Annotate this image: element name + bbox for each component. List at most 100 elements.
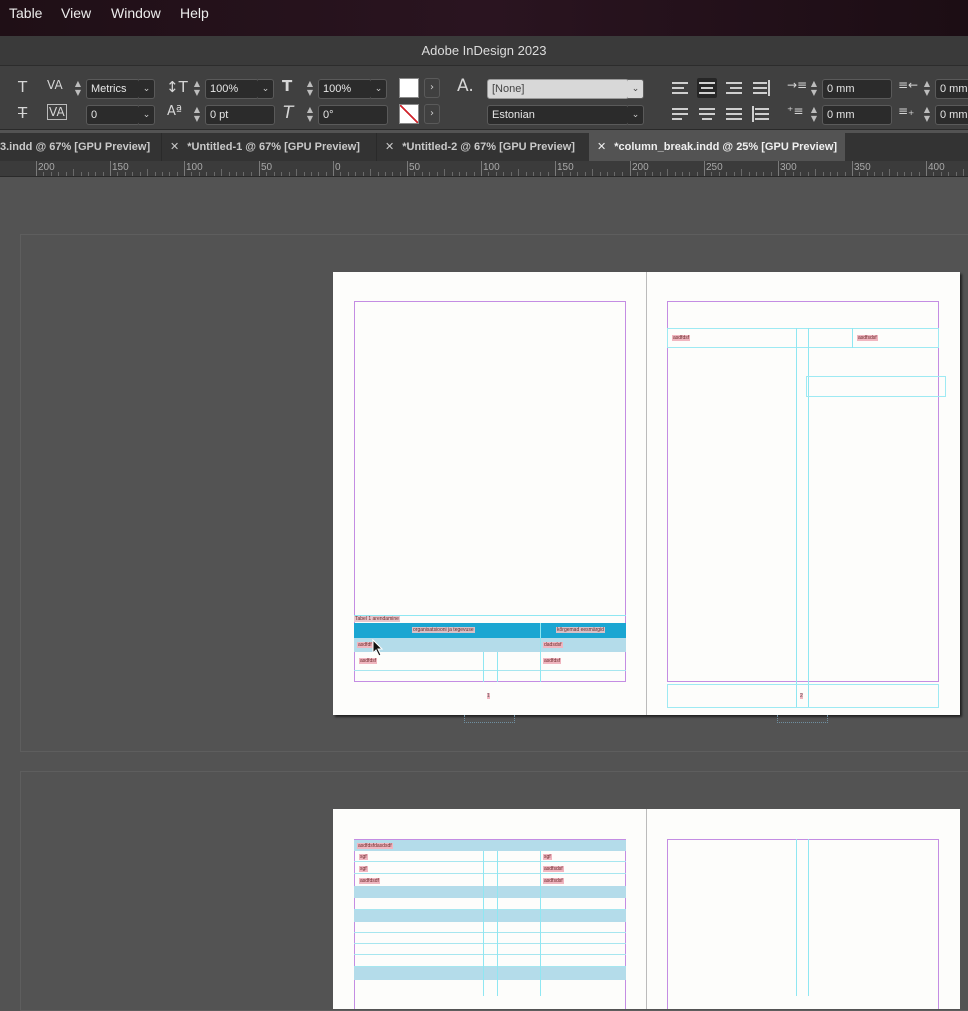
tab-3-indd[interactable]: 3.indd @ 67% [GPU Preview]	[0, 133, 160, 161]
close-icon[interactable]: ✕	[385, 141, 394, 153]
horizontal-scale-field[interactable]: 100%	[318, 79, 372, 99]
table-row[interactable]: sgf asdfsdsf	[354, 863, 626, 874]
ruler-minor-tick	[645, 172, 646, 176]
menu-view[interactable]: View	[61, 5, 91, 21]
table-row[interactable]	[354, 886, 626, 898]
menu-window[interactable]: Window	[111, 5, 161, 21]
table-row[interactable]	[354, 910, 626, 922]
cell[interactable]: sgf	[359, 854, 368, 860]
tracking-field[interactable]: 0	[86, 105, 140, 125]
skew-stepper[interactable]: ▲ ▼	[304, 105, 316, 125]
justify-left-icon[interactable]	[670, 104, 690, 124]
table-row[interactable]: asdfdsf asdfdsf	[354, 652, 626, 671]
cell-2-2[interactable]: asdfdsf	[543, 658, 562, 664]
ruler-minor-tick	[117, 172, 118, 176]
kerning-dropdown[interactable]: ⌄	[139, 79, 155, 99]
cell-1-2[interactable]: dadsdsf	[543, 642, 563, 648]
menu-table[interactable]: Table	[9, 5, 42, 21]
fill-swatch[interactable]	[399, 78, 419, 98]
table-row[interactable]	[354, 944, 626, 955]
horizontal-scale-stepper[interactable]: ▲ ▼	[304, 79, 316, 99]
tab-untitled-2[interactable]: ✕ *Untitled-2 @ 67% [GPU Preview]	[376, 133, 586, 161]
cell[interactable]: sgf	[359, 866, 368, 872]
cell-p2-2[interactable]: asdfsdsf	[857, 335, 878, 341]
cell-1-1[interactable]: asdfdf	[357, 642, 373, 648]
cell[interactable]: sgf	[543, 854, 552, 860]
align-right-icon[interactable]	[724, 78, 744, 98]
ruler-minor-tick	[600, 172, 601, 176]
table-row[interactable]: asdfdsf asdfsdsf	[667, 328, 939, 348]
last-line-indent-icon: ≡₊	[898, 104, 915, 118]
cell[interactable]: asdfsdsf	[543, 866, 564, 872]
column-guide	[796, 839, 797, 996]
cell-2-1[interactable]: asdfdsf	[359, 658, 378, 664]
table-row[interactable]: asdfdf dadsdsf	[354, 638, 626, 652]
ruler-minor-tick	[311, 172, 312, 176]
right-indent-field[interactable]: 0 mm	[935, 79, 968, 99]
language-dropdown[interactable]: ⌄	[628, 105, 644, 125]
empty-text-frame[interactable]	[806, 376, 946, 397]
table-row[interactable]	[354, 933, 626, 944]
last-line-indent-stepper[interactable]: ▲ ▼	[921, 105, 933, 125]
ruler-major-tick	[110, 161, 111, 176]
stroke-none-swatch[interactable]	[399, 104, 419, 124]
left-indent-field[interactable]: 0 mm	[822, 79, 892, 99]
left-indent-stepper[interactable]: ▲ ▼	[808, 79, 820, 99]
stroke-arrow-button[interactable]: ›	[424, 104, 440, 124]
ruler-minor-tick	[941, 172, 942, 176]
ruler-minor-tick	[95, 172, 96, 176]
fill-arrow-button[interactable]: ›	[424, 78, 440, 98]
vertical-scale-dropdown[interactable]: ⌄	[258, 79, 274, 99]
table-row[interactable]	[354, 967, 626, 980]
table-row[interactable]	[354, 898, 626, 910]
close-icon[interactable]: ✕	[597, 141, 606, 153]
table-header-row[interactable]: organisatsiooni ja tegevuse kõrgemad ees…	[354, 623, 626, 638]
right-indent-stepper[interactable]: ▲ ▼	[921, 79, 933, 99]
table-caption: Tabel 1 arendamine	[354, 616, 400, 622]
horizontal-ruler[interactable]: 200 150 100 50 0 50 100 150 200 250 300 350 400	[0, 161, 968, 177]
vertical-scale-stepper[interactable]: ▲ ▼	[191, 79, 203, 99]
close-icon[interactable]: ✕	[170, 141, 179, 153]
first-line-indent-field[interactable]: 0 mm	[822, 105, 892, 125]
language-field[interactable]: Estonian	[487, 105, 629, 125]
ruler-minor-tick	[326, 172, 327, 176]
align-away-spine-icon[interactable]	[751, 104, 771, 124]
align-center-icon[interactable]	[697, 78, 717, 98]
header-cell-2[interactable]: kõrgemad eesmärgid	[556, 627, 605, 633]
align-towards-spine-icon[interactable]	[751, 78, 771, 98]
cell[interactable]: asdfdsdf	[359, 878, 380, 884]
tab-column-break[interactable]: ✕ *column_break.indd @ 25% [GPU Preview]	[589, 133, 845, 161]
menu-help[interactable]: Help	[180, 5, 209, 21]
baseline-shift-field[interactable]: 0 pt	[205, 105, 275, 125]
table-body: sgf sgf sgf asdfsdsf asdfdsdf asdfsdsf	[354, 851, 626, 886]
ruler-minor-tick	[911, 172, 912, 176]
ruler-minor-tick	[348, 172, 349, 176]
footer-text-frame[interactable]	[667, 684, 939, 708]
baseline-shift-stepper[interactable]: ▲ ▼	[191, 105, 203, 125]
table-row[interactable]: sgf sgf	[354, 851, 626, 862]
ruler-minor-tick	[229, 172, 230, 176]
table-row[interactable]: asdfdsdf asdfsdsf	[354, 875, 626, 886]
cell-p2-1[interactable]: asdfdsf	[672, 335, 691, 341]
kerning-stepper[interactable]: ▲ ▼	[72, 79, 84, 99]
header-cell-1[interactable]: organisatsiooni ja tegevuse	[412, 627, 475, 633]
justify-center-icon[interactable]	[697, 104, 717, 124]
cell[interactable]: asdfsdsf	[543, 878, 564, 884]
last-line-indent-field[interactable]: 0 mm	[935, 105, 968, 125]
character-style-dropdown[interactable]: ⌄	[628, 79, 644, 99]
horizontal-scale-dropdown[interactable]: ⌄	[371, 79, 387, 99]
table-row[interactable]	[354, 955, 626, 967]
kerning-field[interactable]: Metrics	[86, 79, 140, 99]
tracking-dropdown[interactable]: ⌄	[139, 105, 155, 125]
footer-frame	[464, 715, 515, 723]
skew-field[interactable]: 0°	[318, 105, 388, 125]
tab-untitled-1[interactable]: ✕ *Untitled-1 @ 67% [GPU Preview]	[161, 133, 374, 161]
character-style-field[interactable]: [None]	[487, 79, 629, 99]
justify-all-icon[interactable]	[724, 104, 744, 124]
table-row[interactable]: asdfdsfdasdsdf	[354, 840, 626, 851]
cell-header[interactable]: asdfdsfdasdsdf	[357, 843, 393, 849]
first-line-indent-stepper[interactable]: ▲ ▼	[808, 105, 820, 125]
vertical-scale-field[interactable]: 100%	[205, 79, 259, 99]
table-row[interactable]	[354, 922, 626, 933]
align-left-icon[interactable]	[670, 78, 690, 98]
